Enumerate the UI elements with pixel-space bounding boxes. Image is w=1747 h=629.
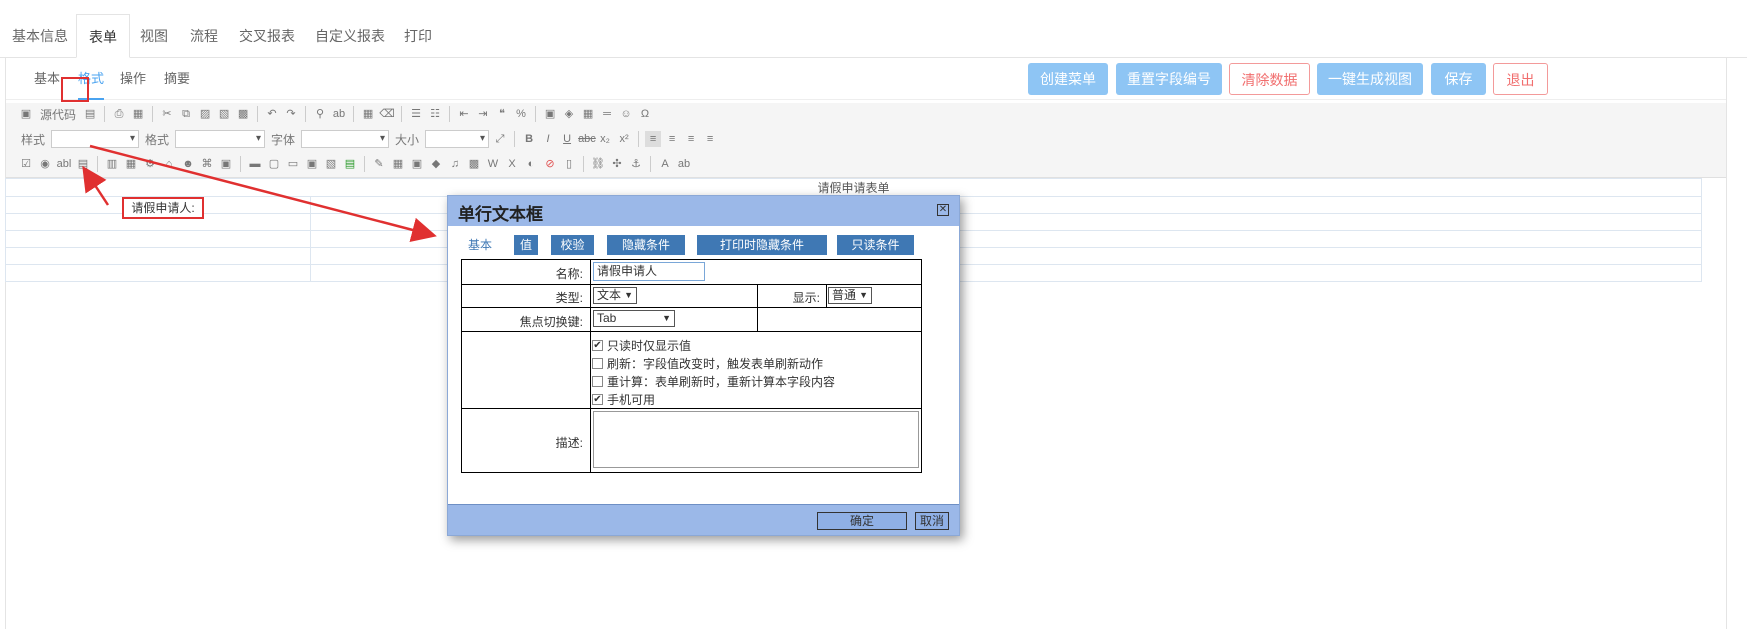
dialog-tab-print-hide[interactable]: 打印时隐藏条件	[697, 235, 827, 255]
arrow-to-dialog	[89, 144, 437, 243]
dialog-tab-basic[interactable]: 基本	[460, 235, 500, 255]
ok-button[interactable]: 确定	[817, 512, 907, 530]
option-label: 重计算：表单刷新时，重新计算本字段内容	[607, 375, 836, 389]
text-field-dialog: 单行文本框 ✕ 基本 值 校验 隐藏条件 打印时隐藏条件 只读条件 名称: 请假…	[447, 195, 960, 536]
dialog-title: 单行文本框	[458, 205, 543, 224]
name-label: 名称:	[555, 267, 583, 281]
type-select[interactable]: 文本	[593, 287, 637, 304]
checkbox[interactable]: ✔	[592, 340, 603, 351]
option-recalc[interactable]: 重计算：表单刷新时，重新计算本字段内容	[592, 373, 835, 390]
option-readonly-value[interactable]: ✔ 只读时仅显示值	[592, 337, 691, 354]
focus-key-select[interactable]: Tab	[593, 310, 675, 327]
dialog-form: 名称: 请假申请人 类型: 文本 显示: 普通 焦点切换键: Tab ✔ 只读时仅…	[461, 259, 922, 473]
description-label: 描述:	[555, 436, 583, 450]
display-label: 显示:	[792, 291, 820, 305]
option-label: 刷新：字段值改变时，触发表单刷新动作	[607, 357, 824, 371]
focus-key-label: 焦点切换键:	[519, 315, 583, 329]
option-refresh[interactable]: 刷新：字段值改变时，触发表单刷新动作	[592, 355, 823, 372]
app-window: 基本信息 表单 视图 流程 交叉报表 自定义报表 打印 基本 格式 操作 摘要 …	[0, 0, 1747, 629]
display-select[interactable]: 普通	[828, 287, 872, 304]
dialog-footer: 确定 取消	[448, 504, 959, 535]
checkbox[interactable]	[592, 376, 603, 387]
description-textarea[interactable]	[593, 411, 919, 468]
checkbox[interactable]	[592, 358, 603, 369]
name-input[interactable]: 请假申请人	[593, 262, 705, 281]
dialog-tab-validate[interactable]: 校验	[551, 235, 594, 255]
close-icon[interactable]: ✕	[937, 204, 949, 216]
type-label: 类型:	[555, 291, 583, 305]
option-mobile[interactable]: ✔ 手机可用	[592, 391, 655, 408]
cancel-button[interactable]: 取消	[915, 512, 949, 530]
arrow-to-icon	[82, 165, 110, 206]
option-label: 手机可用	[607, 393, 656, 407]
dialog-tab-hide[interactable]: 隐藏条件	[607, 235, 685, 255]
dialog-tab-value[interactable]: 值	[514, 235, 538, 255]
option-label: 只读时仅显示值	[607, 339, 692, 353]
checkbox[interactable]: ✔	[592, 394, 603, 405]
dialog-tab-readonly[interactable]: 只读条件	[837, 235, 914, 255]
dialog-header: 单行文本框 ✕	[448, 196, 959, 226]
